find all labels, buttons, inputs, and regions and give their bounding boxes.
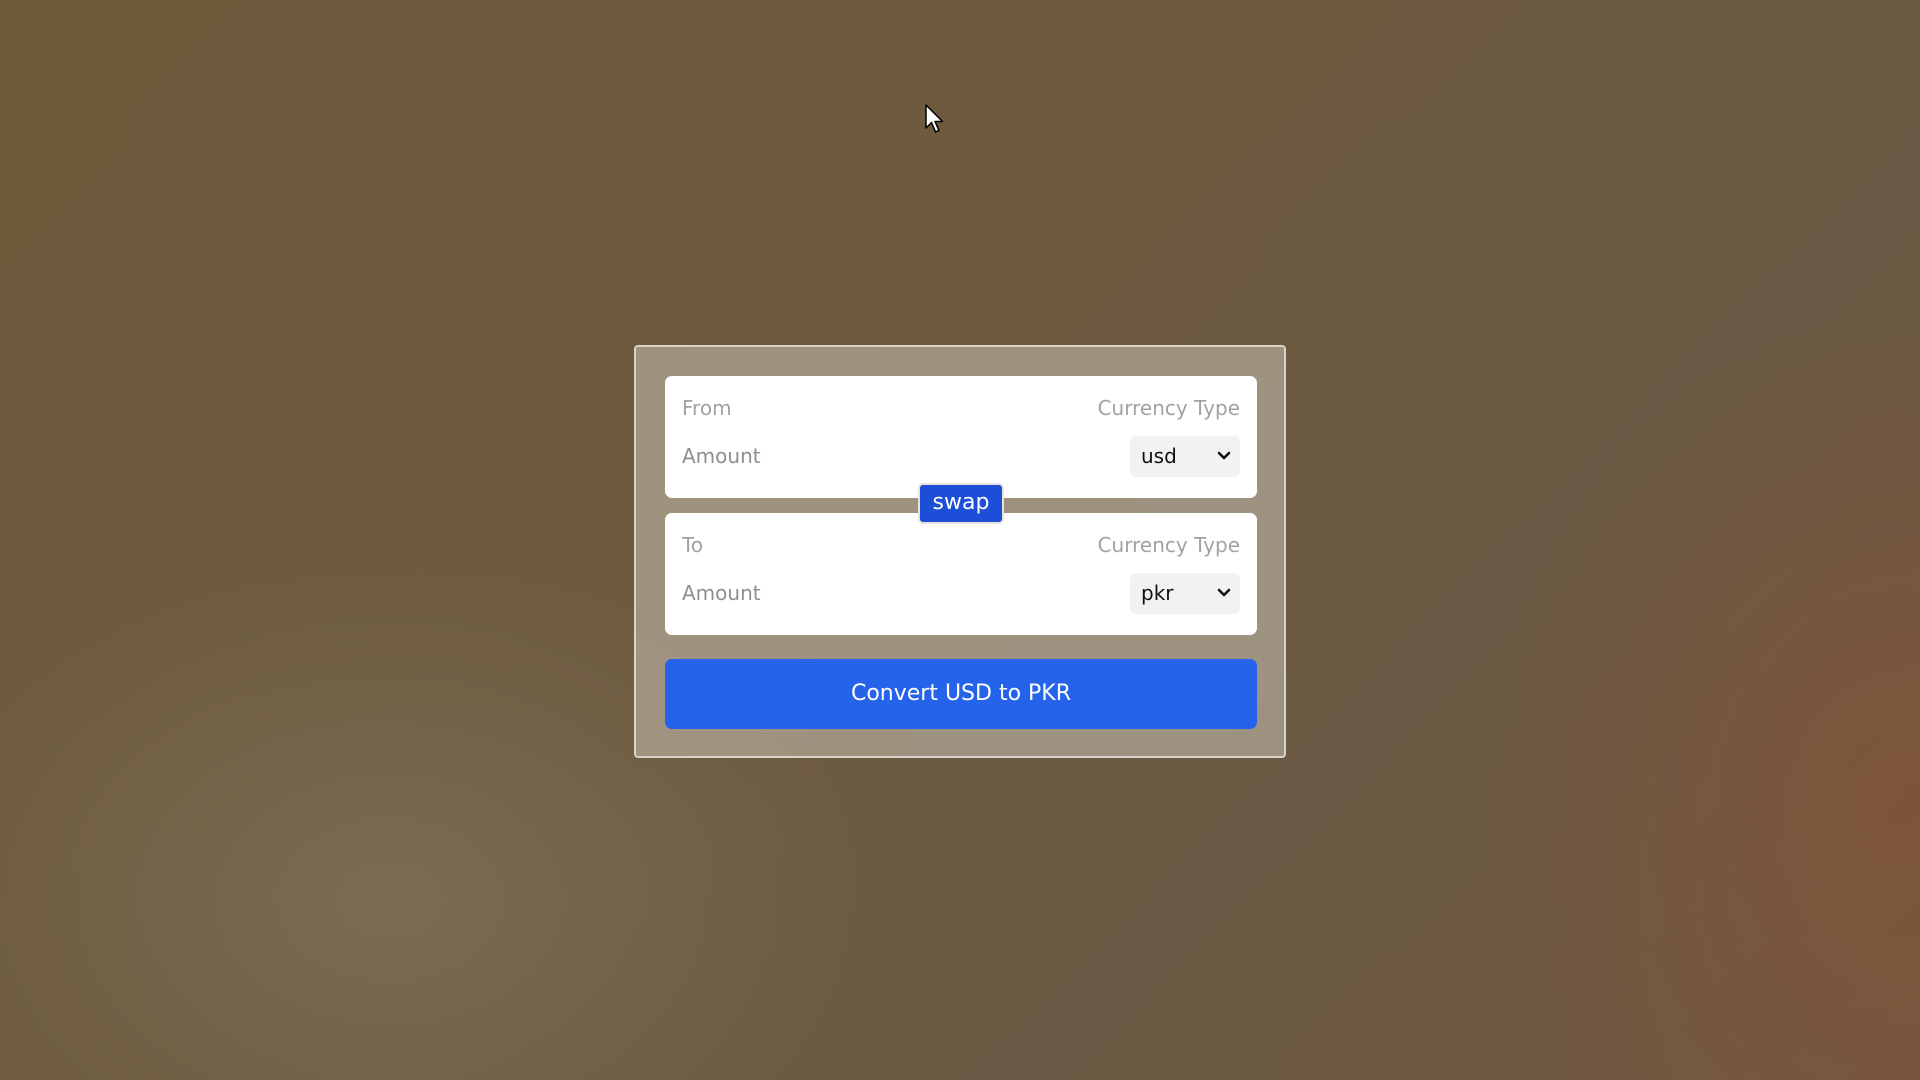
to-currency-value: pkr — [1141, 581, 1174, 605]
from-currency-value: usd — [1141, 444, 1177, 468]
to-amount-input[interactable]: Amount — [682, 581, 761, 605]
from-label: From — [682, 396, 732, 420]
to-panel: To Currency Type Amount pkr — [665, 513, 1257, 635]
convert-button[interactable]: Convert USD to PKR — [665, 659, 1257, 729]
from-amount-input[interactable]: Amount — [682, 444, 761, 468]
swap-button[interactable]: swap — [918, 483, 1004, 524]
from-currency-type-label: Currency Type — [1097, 396, 1240, 420]
to-currency-type-label: Currency Type — [1097, 533, 1240, 557]
currency-converter-card: From Currency Type Amount usd To Currenc… — [634, 345, 1286, 758]
to-label: To — [682, 533, 704, 557]
to-currency-select[interactable]: pkr — [1130, 573, 1240, 614]
from-panel: From Currency Type Amount usd — [665, 376, 1257, 498]
chevron-down-icon — [1217, 588, 1231, 597]
chevron-down-icon — [1217, 451, 1231, 460]
from-currency-select[interactable]: usd — [1130, 436, 1240, 477]
mouse-pointer-icon — [925, 104, 944, 133]
